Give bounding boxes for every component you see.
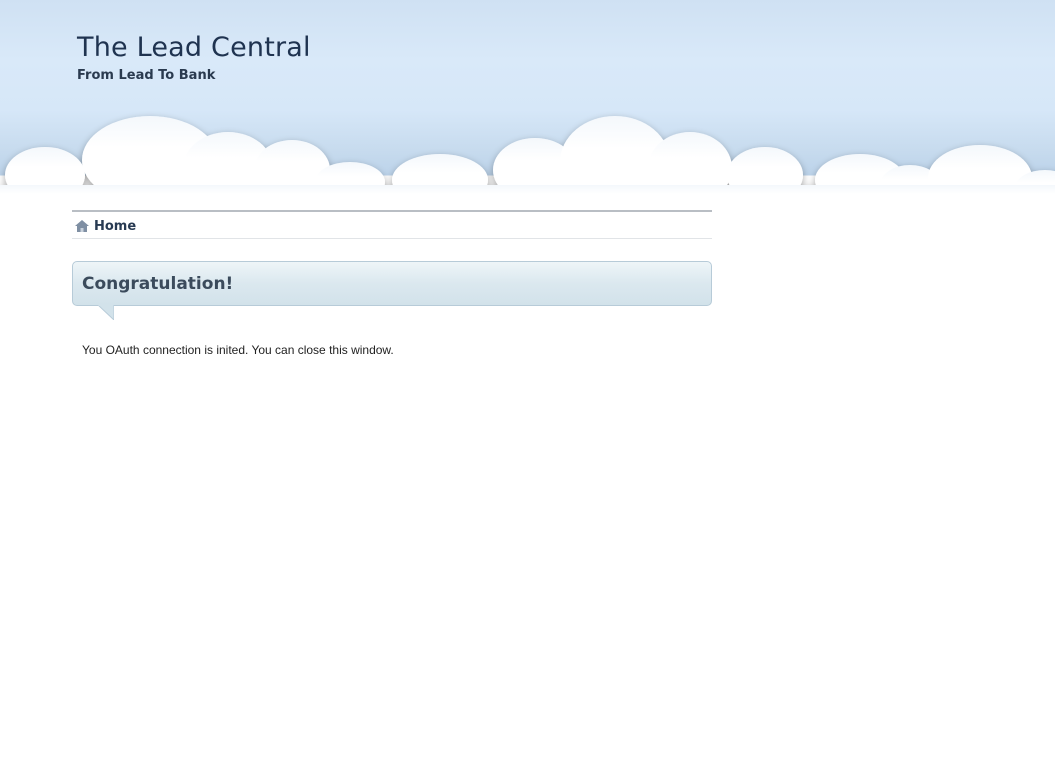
site-tagline: From Lead To Bank — [77, 68, 216, 83]
breadcrumb-nav: Home — [72, 210, 712, 239]
clouds-decoration — [0, 116, 1055, 205]
message-box-tail — [98, 305, 114, 320]
home-link[interactable]: Home — [75, 217, 136, 235]
message-body: You OAuth connection is inited. You can … — [82, 343, 394, 357]
page: The Lead Central From Lead To Bank Home … — [0, 0, 1055, 761]
message-title: Congratulation! — [82, 274, 234, 294]
site-header: The Lead Central From Lead To Bank — [0, 0, 1055, 205]
message-header-box: Congratulation! — [72, 261, 712, 306]
home-icon — [75, 220, 89, 232]
home-link-label: Home — [94, 218, 137, 234]
site-title: The Lead Central — [77, 32, 311, 63]
